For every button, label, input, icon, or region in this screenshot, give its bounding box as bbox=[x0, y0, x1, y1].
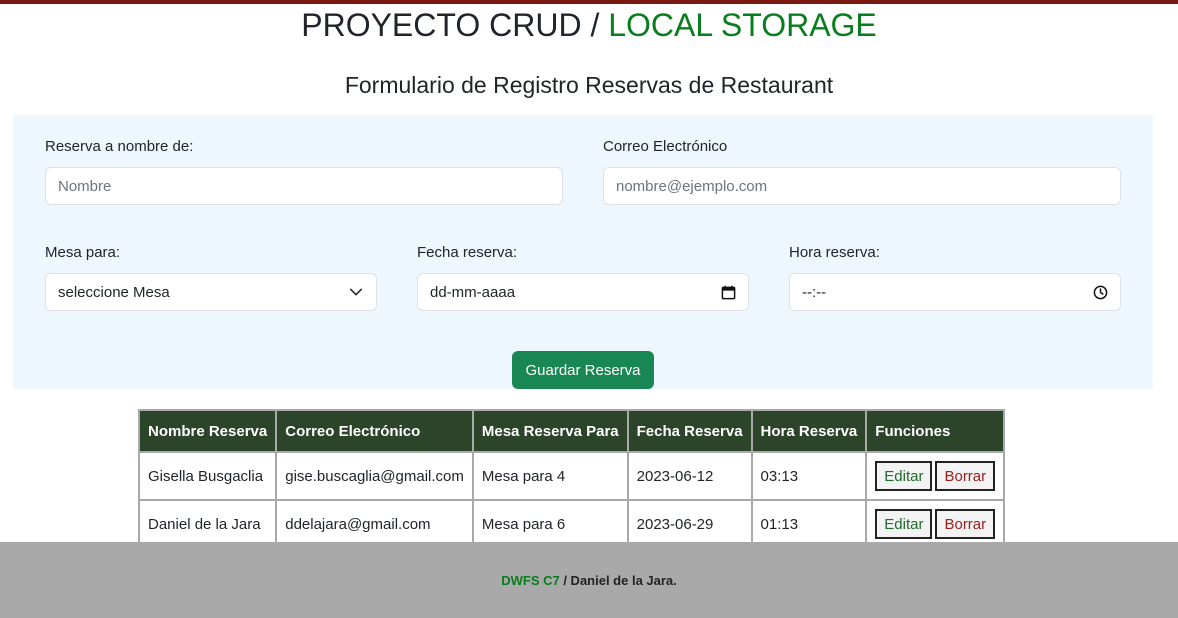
cell-date: 2023-06-29 bbox=[626, 499, 753, 549]
cell-table: Mesa para 4 bbox=[471, 451, 629, 501]
clock-icon[interactable] bbox=[1092, 284, 1108, 300]
calendar-icon[interactable] bbox=[720, 284, 736, 300]
save-reservation-button[interactable]: Guardar Reserva bbox=[512, 351, 654, 389]
name-input[interactable] bbox=[45, 167, 563, 205]
time-input-value: --:-- bbox=[802, 283, 827, 301]
name-label: Reserva a nombre de: bbox=[45, 138, 194, 155]
footer-author: / Daniel de la Jara. bbox=[559, 572, 677, 588]
cell-actions: Editar Borrar bbox=[865, 451, 1006, 501]
edit-button[interactable]: Editar bbox=[875, 461, 933, 491]
top-border bbox=[0, 0, 1178, 4]
column-header-email: Correo Electrónico bbox=[275, 409, 474, 453]
cell-time: 01:13 bbox=[750, 499, 868, 549]
page-footer: DWFS C7 / Daniel de la Jara. bbox=[0, 542, 1178, 618]
reservations-table: Nombre Reserva Correo Electrónico Mesa R… bbox=[137, 409, 1006, 549]
table-header-row: Nombre Reserva Correo Electrónico Mesa R… bbox=[137, 409, 1006, 453]
table-row: Gisella Busgaclia gise.buscaglia@gmail.c… bbox=[137, 451, 1006, 501]
email-label: Correo Electrónico bbox=[603, 138, 728, 155]
table-select-value: seleccione Mesa bbox=[58, 283, 170, 301]
column-header-actions: Funciones bbox=[865, 409, 1006, 453]
cell-email: ddelajara@gmail.com bbox=[275, 499, 474, 549]
page-title-accent: LOCAL STORAGE bbox=[608, 7, 877, 43]
delete-button[interactable]: Borrar bbox=[935, 509, 996, 539]
time-label: Hora reserva: bbox=[789, 244, 880, 261]
table-label: Mesa para: bbox=[45, 244, 121, 261]
cell-time: 03:13 bbox=[750, 451, 868, 501]
table-row: Daniel de la Jara ddelajara@gmail.com Me… bbox=[137, 499, 1006, 549]
column-header-name: Nombre Reserva bbox=[137, 409, 278, 453]
edit-button[interactable]: Editar bbox=[875, 509, 933, 539]
column-header-time: Hora Reserva bbox=[750, 409, 868, 453]
cell-date: 2023-06-12 bbox=[626, 451, 753, 501]
page-title-main: PROYECTO CRUD / bbox=[301, 7, 600, 43]
email-input[interactable] bbox=[603, 167, 1121, 205]
cell-table: Mesa para 6 bbox=[471, 499, 629, 549]
cell-email: gise.buscaglia@gmail.com bbox=[275, 451, 474, 501]
delete-button[interactable]: Borrar bbox=[935, 461, 996, 491]
footer-course: DWFS C7 bbox=[501, 572, 560, 588]
cell-name: Daniel de la Jara bbox=[137, 499, 278, 549]
table-select[interactable]: seleccione Mesa bbox=[45, 273, 377, 311]
column-header-date: Fecha Reserva bbox=[626, 409, 753, 453]
form-title: Formulario de Registro Reservas de Resta… bbox=[344, 72, 834, 98]
column-header-table: Mesa Reserva Para bbox=[471, 409, 629, 453]
page-title: PROYECTO CRUD / LOCAL STORAGE bbox=[0, 5, 1178, 45]
time-input[interactable]: --:-- bbox=[789, 273, 1121, 311]
date-input-value: dd-mm-aaaa bbox=[430, 283, 516, 301]
date-label: Fecha reserva: bbox=[417, 244, 518, 261]
cell-name: Gisella Busgaclia bbox=[137, 451, 278, 501]
chevron-down-icon bbox=[348, 284, 364, 300]
date-input[interactable]: dd-mm-aaaa bbox=[417, 273, 749, 311]
reservation-form: Reserva a nombre de: Correo Electrónico … bbox=[13, 115, 1153, 389]
cell-actions: Editar Borrar bbox=[865, 499, 1006, 549]
